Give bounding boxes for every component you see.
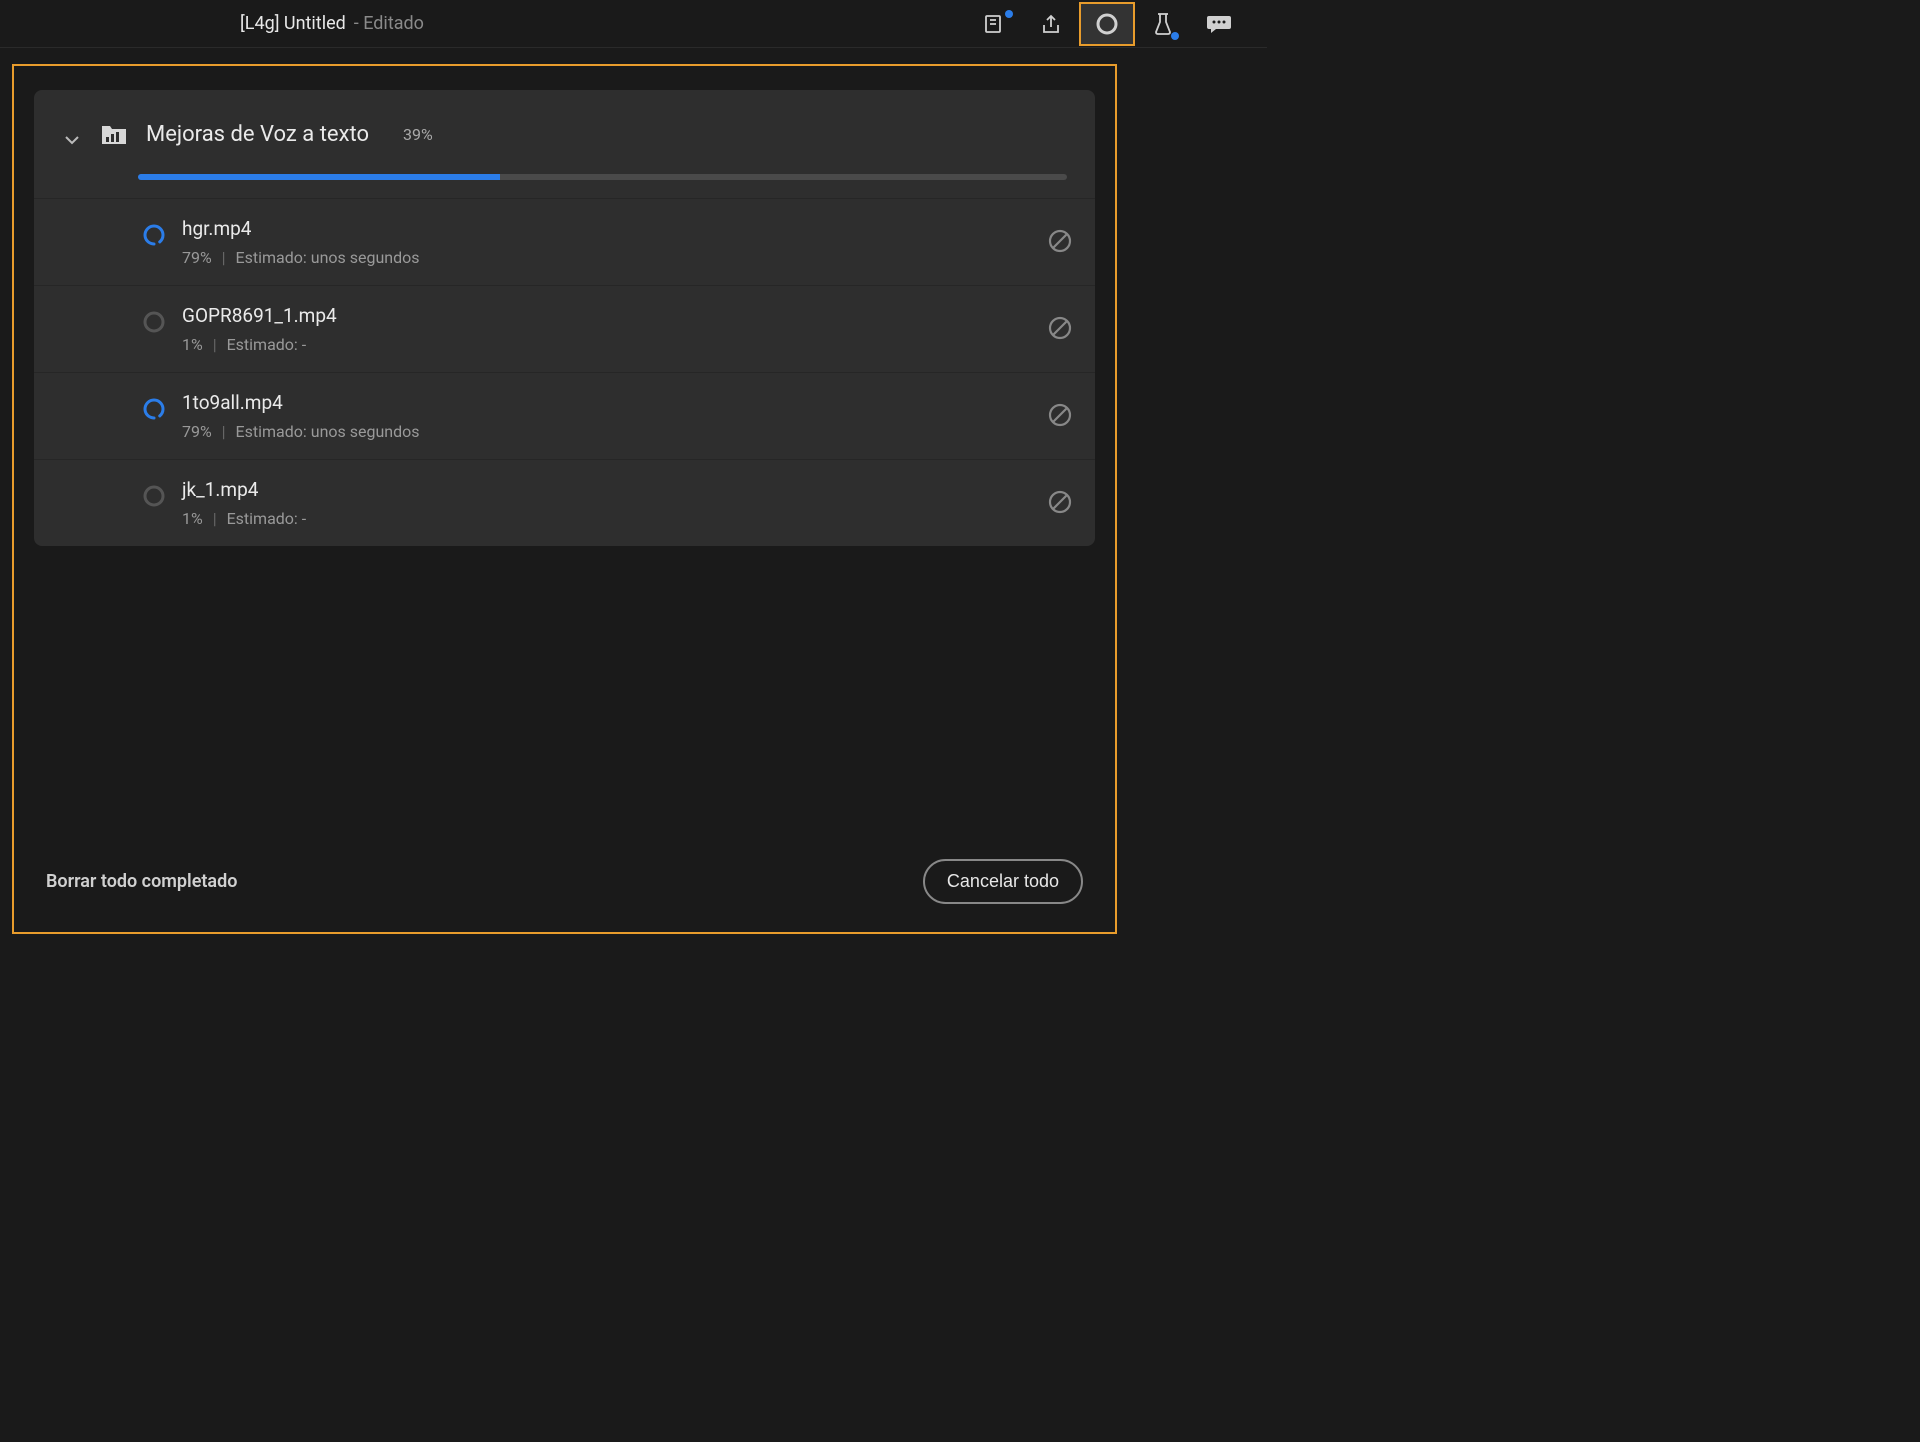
task-estimate-label: Estimado: [236, 422, 307, 441]
task-percent: 79% [182, 422, 212, 441]
task-text: 1to9all.mp4 79% | Estimado: unos segundo… [182, 391, 1047, 441]
chevron-down-icon[interactable] [62, 130, 82, 150]
task-row: GOPR8691_1.mp4 1% | Estimado: - [34, 285, 1095, 372]
spinner-icon [142, 397, 166, 421]
cancel-task-icon[interactable] [1047, 402, 1075, 430]
task-row: 1to9all.mp4 79% | Estimado: unos segundo… [34, 372, 1095, 459]
task-percent: 1% [182, 509, 203, 528]
task-estimate-value: - [302, 509, 306, 528]
notification-dot-icon [1005, 10, 1013, 18]
task-row: hgr.mp4 79% | Estimado: unos segundos [34, 198, 1095, 285]
task-status: 79% | Estimado: unos segundos [182, 422, 1047, 441]
task-percent: 1% [182, 335, 203, 354]
header-icon-bar [967, 2, 1247, 46]
task-estimate-value: unos segundos [311, 422, 420, 441]
task-status: 79% | Estimado: unos segundos [182, 248, 1047, 267]
app-header: [L4g] Untitled - Editado [0, 0, 1267, 48]
spinner-icon [142, 484, 166, 508]
title-main: [L4g] Untitled [240, 13, 346, 34]
task-filename: 1to9all.mp4 [182, 391, 1047, 414]
task-text: hgr.mp4 79% | Estimado: unos segundos [182, 217, 1047, 267]
task-estimate-value: - [302, 335, 306, 354]
title-status: - Editado [354, 13, 424, 34]
cancel-task-icon[interactable] [1047, 228, 1075, 256]
comments-icon[interactable] [1191, 2, 1247, 46]
spinner-icon [142, 310, 166, 334]
task-estimate-label: Estimado: [227, 335, 298, 354]
clear-completed-button[interactable]: Borrar todo completado [46, 871, 237, 892]
task-estimate-value: unos segundos [311, 248, 420, 267]
task-estimate-label: Estimado: [227, 509, 298, 528]
task-filename: GOPR8691_1.mp4 [182, 304, 1047, 327]
cancel-task-icon[interactable] [1047, 489, 1075, 517]
task-estimate-label: Estimado: [236, 248, 307, 267]
task-filename: hgr.mp4 [182, 217, 1047, 240]
task-percent: 79% [182, 248, 212, 267]
group-progress-bar [138, 174, 1067, 180]
share-icon[interactable] [1023, 2, 1079, 46]
folder-chart-icon [100, 122, 128, 146]
task-status: 1% | Estimado: - [182, 509, 1047, 528]
cancel-task-icon[interactable] [1047, 315, 1075, 343]
task-row: jk_1.mp4 1% | Estimado: - [34, 459, 1095, 546]
labs-icon[interactable] [1135, 2, 1191, 46]
group-percent: 39% [403, 125, 433, 144]
process-group-card: Mejoras de Voz a texto 39% hgr.mp4 79% |… [34, 90, 1095, 546]
window-title: [L4g] Untitled - Editado [240, 13, 424, 34]
group-progress-fill [138, 174, 500, 180]
task-filename: jk_1.mp4 [182, 478, 1047, 501]
group-header[interactable]: Mejoras de Voz a texto 39% [34, 90, 1095, 160]
task-text: jk_1.mp4 1% | Estimado: - [182, 478, 1047, 528]
cancel-all-button[interactable]: Cancelar todo [923, 859, 1083, 904]
group-title: Mejoras de Voz a texto [146, 122, 369, 147]
panel-footer: Borrar todo completado Cancelar todo [46, 859, 1083, 904]
task-text: GOPR8691_1.mp4 1% | Estimado: - [182, 304, 1047, 354]
workspace-icon[interactable] [967, 2, 1023, 46]
spinner-icon [142, 223, 166, 247]
items-list: hgr.mp4 79% | Estimado: unos segundos GO… [34, 198, 1095, 546]
progress-queue-icon[interactable] [1079, 2, 1135, 46]
progress-panel: Mejoras de Voz a texto 39% hgr.mp4 79% |… [12, 64, 1117, 934]
notification-dot-icon [1171, 32, 1179, 40]
task-status: 1% | Estimado: - [182, 335, 1047, 354]
